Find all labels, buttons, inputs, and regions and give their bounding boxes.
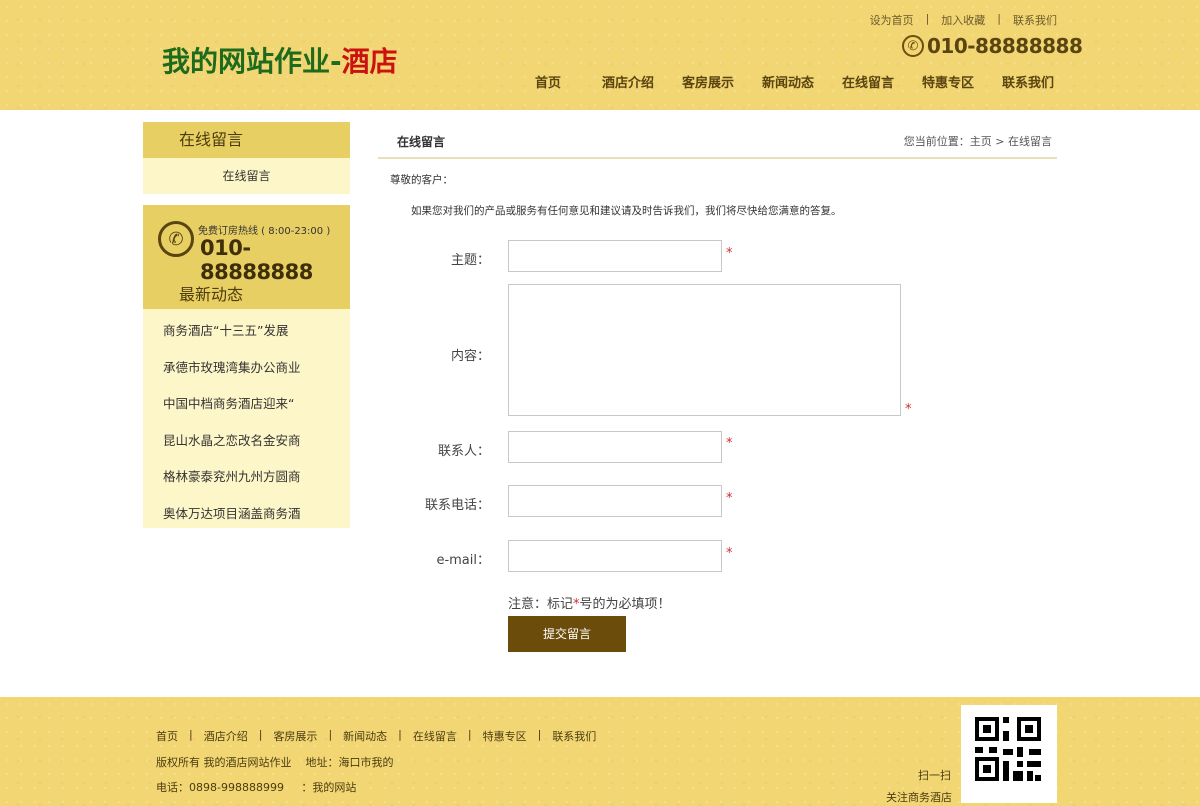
contact-input[interactable] — [508, 431, 722, 463]
phone-icon: ✆ — [158, 221, 194, 257]
divider: | — [258, 728, 263, 741]
subject-label: 主题： — [450, 253, 490, 268]
news-title: 最新动态 — [179, 285, 244, 304]
footer-link-rooms[interactable]: 客房展示 — [273, 728, 317, 744]
set-homepage-link[interactable]: 设为首页 — [870, 12, 914, 28]
sidebar-news-panel: ✆ 免费订房热线 ( 8:00-23:00 ) 010-88888888 最新动… — [143, 205, 350, 528]
required-note: 注意：标记*号的为必填项！ — [508, 593, 671, 612]
footer-link-guestbook[interactable]: 在线留言 — [413, 728, 457, 744]
news-item[interactable]: 格林豪泰兖州九州方圆商 — [143, 461, 350, 498]
sidebar-section: 在线留言 在线留言 — [143, 122, 350, 194]
required-mark: * — [726, 246, 733, 261]
scan-text: 扫一扫 — [918, 769, 951, 782]
footer-link-offers[interactable]: 特惠专区 — [483, 728, 527, 744]
note-prefix: 注意：标记 — [508, 597, 574, 612]
divider: | — [328, 728, 333, 741]
divider: | — [189, 728, 193, 741]
footer-link-about[interactable]: 酒店介绍 — [204, 728, 248, 744]
nav-item-offers[interactable]: 特惠专区 — [908, 72, 988, 91]
hotline-label: 免费订房热线 ( 8:00-23:00 ) — [198, 226, 331, 237]
content-label: 内容： — [450, 349, 490, 364]
follow-text: 关注商务酒店 — [886, 791, 952, 804]
logo-text-main: 我的网站作业- — [162, 45, 342, 78]
add-favorite-link[interactable]: 加入收藏 — [941, 12, 985, 28]
page-title: 在线留言 — [397, 135, 446, 149]
phone-label: 联系电话： — [424, 498, 490, 513]
nav-item-news[interactable]: 新闻动态 — [748, 72, 828, 91]
news-item[interactable]: 商务酒店“十三五”发展 — [143, 315, 350, 352]
news-list: 商务酒店“十三五”发展 承德市玫瑰湾集办公商业 中国中档商务酒店迎来“ 昆山水晶… — [143, 309, 350, 534]
required-mark: * — [726, 436, 733, 451]
top-links: 设为首页 | 加入收藏 | 联系我们 — [870, 12, 1057, 28]
contact-us-link[interactable]: 联系我们 — [1013, 12, 1057, 28]
news-item[interactable]: 昆山水晶之恋改名金安商 — [143, 425, 350, 462]
nav-item-contact[interactable]: 联系我们 — [988, 72, 1068, 91]
content-header: 在线留言 您当前位置：主页 > 在线留言 — [378, 122, 1057, 159]
main-nav: 首页 酒店介绍 客房展示 新闻动态 在线留言 特惠专区 联系我们 — [508, 72, 1068, 91]
site-footer: 首页 | 酒店介绍 | 客房展示 | 新闻动态 | 在线留言 | 特惠专区 | 联系我们 版… — [0, 697, 1200, 806]
footer-link-news[interactable]: 新闻动态 — [343, 728, 387, 744]
intro-text: 如果您对我们的产品或服务有任何意见和建议请及时告诉我们，我们将尽快给您满意的答复… — [411, 205, 842, 217]
nav-item-about[interactable]: 酒店介绍 — [588, 72, 668, 91]
required-mark: * — [905, 402, 912, 417]
news-item[interactable]: 承德市玫瑰湾集办公商业 — [143, 352, 350, 389]
email-label: e-mail： — [436, 553, 490, 568]
footer-link-home[interactable]: 首页 — [156, 728, 178, 744]
logo-text-accent: 酒店 — [341, 45, 398, 78]
sidebar-section-title: 在线留言 — [143, 122, 350, 158]
site-logo[interactable]: 我的网站作业-酒店 — [162, 40, 398, 80]
subject-input[interactable] — [508, 240, 722, 272]
phone-icon: ✆ — [902, 35, 924, 57]
copyright-text: 版权所有 我的酒店网站作业 地址：海口市我的 — [156, 756, 394, 769]
content-textarea[interactable] — [508, 284, 901, 416]
nav-item-guestbook[interactable]: 在线留言 — [828, 72, 908, 91]
breadcrumb: 您当前位置：主页 > 在线留言 — [903, 135, 1052, 148]
submit-button[interactable]: 提交留言 — [508, 616, 626, 652]
sidebar-item-guestbook[interactable]: 在线留言 — [143, 158, 350, 194]
footer-link-contact[interactable]: 联系我们 — [552, 728, 596, 744]
email-input[interactable] — [508, 540, 722, 572]
qr-code-icon — [961, 705, 1057, 803]
greeting-text: 尊敬的客户： — [390, 174, 453, 186]
footer-tel: 电话：0898-998888999 ：我的网站 — [156, 781, 357, 794]
nav-item-rooms[interactable]: 客房展示 — [668, 72, 748, 91]
divider: | — [925, 12, 930, 25]
contact-label: 联系人： — [437, 444, 490, 459]
header-phone-number: 010-88888888 — [927, 34, 1083, 58]
divider: | — [467, 728, 472, 741]
divider: | — [398, 728, 402, 741]
site-header: 我的网站作业-酒店 设为首页 | 加入收藏 | 联系我们 ✆ 010-88888… — [0, 0, 1200, 110]
required-mark: * — [726, 546, 733, 561]
hotline-number: 010-88888888 — [200, 236, 313, 284]
divider: | — [537, 728, 542, 741]
hotline-box: ✆ 免费订房热线 ( 8:00-23:00 ) 010-88888888 最新动… — [143, 205, 350, 309]
footer-nav: 首页 | 酒店介绍 | 客房展示 | 新闻动态 | 在线留言 | 特惠专区 | 联系我们 — [156, 728, 596, 744]
note-suffix: 号的为必填项！ — [579, 597, 671, 612]
nav-item-home[interactable]: 首页 — [508, 72, 588, 91]
required-mark: * — [726, 491, 733, 506]
news-item[interactable]: 奥体万达项目涵盖商务酒 — [143, 498, 350, 535]
main-content: 在线留言 您当前位置：主页 > 在线留言 尊敬的客户： 如果您对我们的产品或服务… — [378, 122, 1057, 652]
header-phone: ✆ 010-88888888 — [902, 33, 1083, 59]
phone-input[interactable] — [508, 485, 722, 517]
news-item[interactable]: 中国中档商务酒店迎来“ — [143, 388, 350, 425]
divider: | — [997, 12, 1001, 25]
